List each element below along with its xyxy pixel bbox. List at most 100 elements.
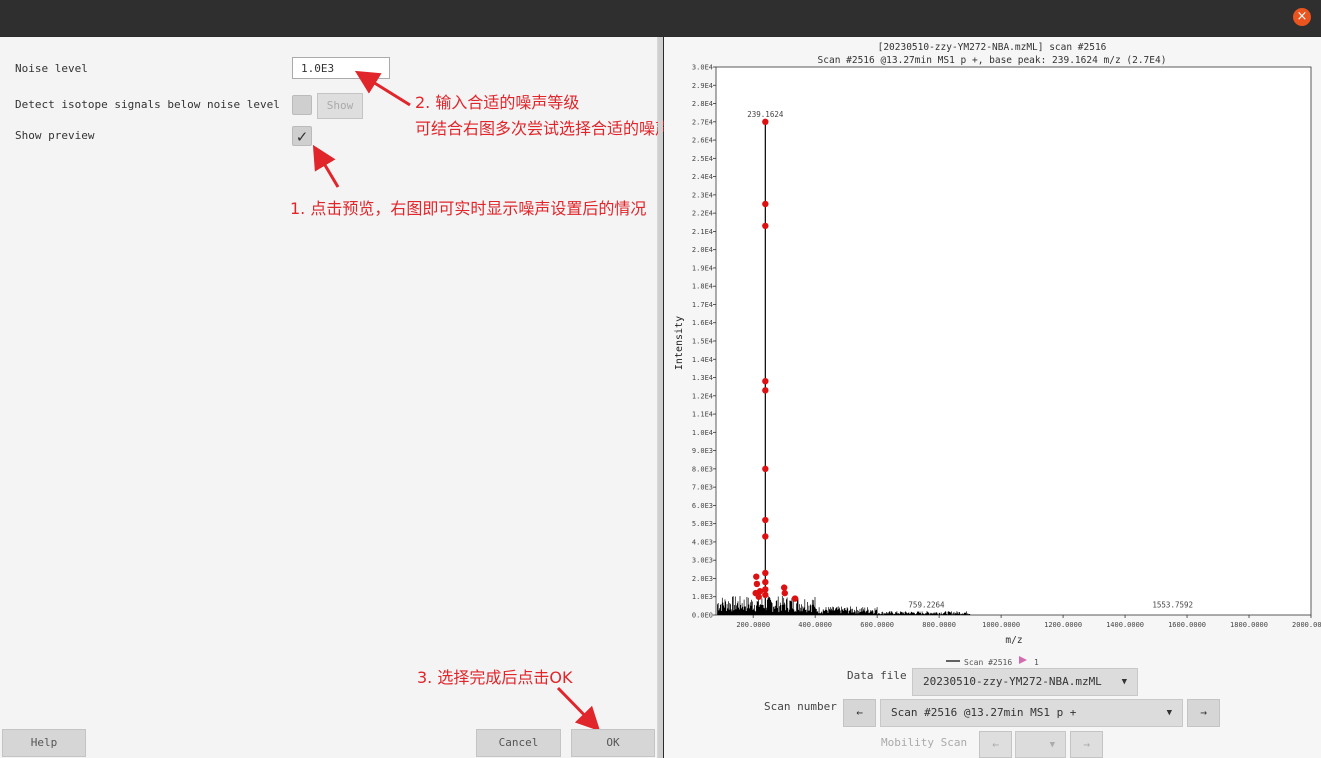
next-scan-button[interactable]: → (1187, 699, 1220, 727)
peak-label: 1553.7592 (1152, 600, 1193, 609)
y-tick-label: 0.0E0 (692, 612, 713, 620)
x-tick-label: 400.0000 (798, 621, 832, 629)
detected-peak-point (762, 533, 769, 540)
y-tick-label: 2.0E3 (692, 575, 713, 583)
detected-peak-point (791, 595, 799, 602)
plot-area (715, 66, 1312, 616)
legend-label-1: 1 (1034, 658, 1039, 667)
dialog-button-bar: Help Cancel OK (0, 727, 657, 758)
detected-peak-point (753, 573, 760, 580)
chevron-down-icon: ▼ (1166, 708, 1172, 718)
y-tick-label: 5.0E3 (692, 520, 713, 528)
chart-subtitle: Scan #2516 @13.27min MS1 p +, base peak:… (818, 55, 1167, 66)
x-tick-label: 600.0000 (860, 621, 894, 629)
detect-isotope-label: Detect isotope signals below noise level (15, 98, 280, 111)
x-tick-label: 1200.0000 (1044, 621, 1082, 629)
scan-number-label: Scan number (764, 700, 837, 713)
x-tick-label: 1800.0000 (1230, 621, 1268, 629)
y-tick-label: 1.7E4 (692, 301, 713, 309)
cancel-button[interactable]: Cancel (476, 729, 561, 757)
detected-peak-point (762, 377, 769, 385)
y-tick-label: 2.7E4 (692, 118, 713, 126)
prev-mobility-button[interactable]: ← (979, 731, 1012, 758)
x-tick-label: 2000.0000 (1292, 621, 1321, 629)
y-tick-label: 2.9E4 (692, 82, 713, 90)
y-tick-label: 3.0E4 (692, 64, 713, 72)
chart-ylabel: Intensity (674, 316, 685, 370)
chart-title: [20230510-zzy-YM272-NBA.mzML] scan #2516 (878, 42, 1107, 53)
show-preview-checkbox[interactable]: ✓ (292, 126, 312, 146)
y-tick-label: 1.8E4 (692, 283, 713, 291)
window-titlebar: × (0, 0, 1321, 36)
y-tick-label: 2.3E4 (692, 191, 713, 199)
scan-number-select[interactable]: Scan #2516 @13.27min MS1 p + ▼ (880, 699, 1183, 727)
detected-peak-point (762, 387, 769, 394)
help-button[interactable]: Help (2, 729, 86, 757)
annotation-step2-line1: 2. 输入合适的噪声等级 (415, 93, 580, 112)
next-mobility-button[interactable]: → (1070, 731, 1103, 758)
detected-peak-point (780, 584, 788, 591)
x-tick-label: 1600.0000 (1168, 621, 1206, 629)
peak-label: 759.2264 (908, 600, 945, 609)
y-tick-label: 1.6E4 (692, 319, 713, 327)
arrow-to-ok-button (556, 686, 601, 732)
mobility-scan-label: Mobility Scan (881, 736, 968, 749)
detected-peak-point (762, 118, 769, 126)
prev-scan-button[interactable]: ← (843, 699, 876, 727)
y-tick-label: 2.5E4 (692, 155, 713, 163)
detected-peak-point (762, 222, 769, 230)
y-tick-label: 8.0E3 (692, 465, 713, 473)
spectrum-chart: [20230510-zzy-YM272-NBA.mzML] scan #2516… (674, 42, 1321, 667)
detected-peak-point (755, 593, 762, 600)
y-tick-label: 2.0E4 (692, 246, 713, 254)
mobility-scan-select[interactable]: ▼ (1015, 731, 1066, 758)
arrow-to-preview-checkbox (312, 144, 340, 188)
detected-peak-point (756, 588, 764, 595)
data-file-value: 20230510-zzy-YM272-NBA.mzML (923, 675, 1102, 688)
legend-label-scan: Scan #2516 (964, 658, 1012, 667)
preview-panel: [20230510-zzy-YM272-NBA.mzML] scan #2516… (664, 37, 1321, 758)
detected-peak-point (762, 591, 769, 599)
detected-peak-point (781, 589, 788, 597)
y-tick-label: 1.2E4 (692, 392, 713, 400)
show-preview-label: Show preview (15, 129, 95, 142)
y-tick-label: 2.6E4 (692, 137, 713, 145)
annotation-step3: 3. 选择完成后点击OK (417, 668, 573, 687)
y-tick-label: 1.5E4 (692, 338, 713, 346)
x-tick-label: 1400.0000 (1106, 621, 1144, 629)
detected-peak-point (762, 569, 769, 577)
peak-label: 239.1624 (747, 110, 784, 119)
detected-peak-point (753, 580, 761, 588)
close-icon[interactable]: × (1293, 8, 1311, 26)
x-tick-label: 1000.0000 (982, 621, 1020, 629)
y-tick-label: 1.4E4 (692, 356, 713, 364)
panel-splitter[interactable] (658, 37, 663, 758)
detect-isotope-checkbox[interactable] (292, 95, 312, 115)
y-tick-label: 2.2E4 (692, 210, 713, 218)
isotope-show-button[interactable]: Show (317, 93, 363, 119)
y-tick-label: 3.0E3 (692, 557, 713, 565)
chart-xlabel: m/z (1005, 635, 1022, 646)
y-tick-label: 9.0E3 (692, 447, 713, 455)
noise-level-input[interactable]: 1.0E3 (292, 57, 390, 79)
parameters-panel: Noise level 1.0E3 Detect isotope signals… (0, 37, 703, 758)
x-tick-label: 200.0000 (736, 621, 770, 629)
chevron-down-icon: ▼ (1049, 740, 1055, 750)
detected-peak-point (762, 200, 769, 208)
scan-number-value: Scan #2516 @13.27min MS1 p + (891, 706, 1077, 719)
ok-button[interactable]: OK (571, 729, 655, 757)
y-tick-label: 4.0E3 (692, 538, 713, 546)
y-tick-label: 1.0E3 (692, 593, 713, 601)
y-tick-label: 1.1E4 (692, 411, 713, 419)
annotation-step1: 1. 点击预览，右图即可实时显示噪声设置后的情况 (290, 199, 647, 218)
y-tick-label: 2.4E4 (692, 173, 713, 181)
chevron-down-icon: ▼ (1121, 677, 1127, 687)
data-file-select[interactable]: 20230510-zzy-YM272-NBA.mzML ▼ (912, 668, 1138, 696)
y-tick-label: 2.8E4 (692, 100, 713, 108)
y-tick-label: 6.0E3 (692, 502, 713, 510)
y-tick-label: 1.0E4 (692, 429, 713, 437)
data-file-label: Data file (847, 669, 907, 682)
annotation-arrows (312, 70, 601, 732)
detected-peak-point (762, 578, 769, 586)
y-tick-label: 1.3E4 (692, 374, 713, 382)
